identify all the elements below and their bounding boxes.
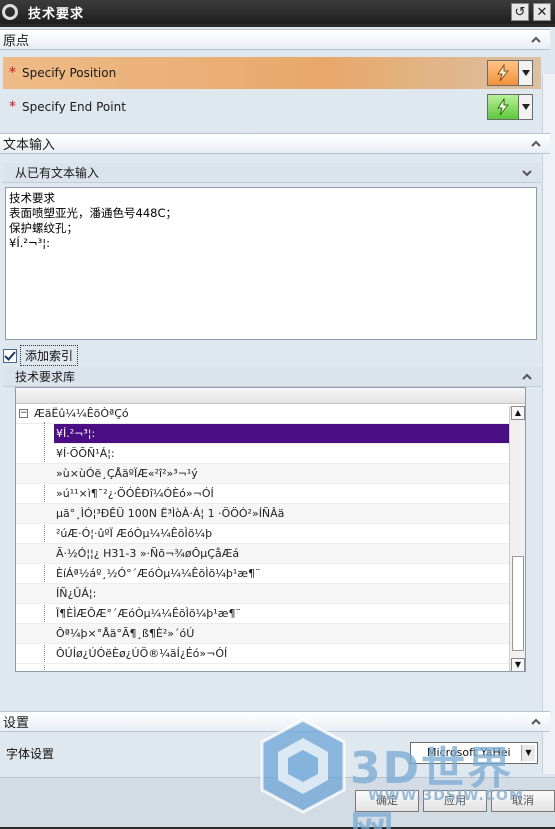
tree-item-label: ÈíÁª½áº¸½Ó°´ÆóÒµ¼¼ÊõÌõ¼þ¹æ¶¨ (56, 567, 261, 580)
font-setting-label: 字体设置 (6, 746, 55, 761)
section-text-input-header[interactable]: 文本输入 (0, 133, 550, 154)
tree-item-label: ÔÚÍø¿ÚÓëÈø¿ÚÖ®¼äÍ¿Éó»¬ÓÍ (56, 647, 228, 660)
chevron-down-icon[interactable] (521, 167, 533, 179)
specify-position-label: Specify Position (22, 66, 117, 80)
tree-item-label: ¥Í·ÖÕÑ¹Á¦: (56, 447, 115, 460)
checkmark-icon (4, 350, 16, 361)
tree-header (16, 388, 525, 404)
tree-item[interactable]: ¥Í.²¬³¦: (54, 424, 509, 444)
add-index-checkbox-row[interactable]: 添加索引 (3, 345, 79, 366)
library-subsection[interactable]: 技术要求库 (3, 367, 541, 387)
title-bar: 技术要求 ↺ ✕ (0, 0, 555, 24)
apply-button[interactable]: 应用 (423, 790, 487, 812)
chevron-up-icon[interactable] (530, 138, 542, 150)
font-select[interactable]: Microsoft YaHei ▼ (410, 742, 538, 764)
chevron-up-icon[interactable] (530, 716, 542, 728)
tree-item[interactable]: ²úÆ·Ó¦·ûºÏ ÆóÒµ¼¼ÊõÌõ¼þ (16, 524, 525, 544)
lightning-icon[interactable] (487, 94, 519, 120)
ok-button[interactable]: 确定 (355, 790, 419, 812)
tree-item-label: »ú¹¹×ì¶¯²¿·ÖÓÊÐî¼ÓÈó»¬ÓÍ (56, 487, 214, 500)
section-settings-header[interactable]: 设置 (0, 711, 550, 732)
required-star-icon: * (9, 99, 16, 115)
scroll-down-icon[interactable]: ▼ (511, 658, 525, 671)
chevron-down-icon[interactable] (519, 94, 533, 120)
section-settings-label: 设置 (3, 716, 30, 731)
tree-item-label: Ï¶ÈÌÆÔÆ°´ÆóÒµ¼¼ÊõÌõ¼þ¹æ¶¨ (56, 607, 241, 620)
tree-item[interactable]: Ã·½Ó¦¦¿ H31-3 »·Ñõ¬¾øÔµÇåÆá (16, 544, 525, 564)
dialog-body: 原点 * Specify Position * Specify End Poin… (0, 27, 555, 827)
cancel-button[interactable]: 取消 (491, 790, 555, 812)
library-label: 技术要求库 (15, 370, 76, 384)
tree-item-label: ÍÑ¿ÛÁ¦: (56, 587, 97, 600)
font-setting-row: 字体设置 Microsoft YaHei ▼ (3, 738, 541, 768)
gear-icon[interactable] (2, 4, 18, 20)
tree-item-label: Ã·½Ó¦¦¿ H31-3 »·Ñõ¬¾øÔµÇåÆá (56, 547, 240, 560)
specify-end-point-label: Specify End Point (22, 100, 126, 114)
close-button[interactable]: ✕ (533, 3, 551, 21)
chevron-up-icon[interactable] (521, 371, 533, 383)
collapse-icon[interactable]: − (19, 409, 28, 418)
lightning-icon[interactable] (487, 60, 519, 86)
specify-end-point-row[interactable]: * Specify End Point (3, 91, 541, 123)
end-point-picker[interactable] (487, 94, 533, 120)
tree-item[interactable]: ÈíÁª½áº¸½Ó°´ÆóÒµ¼¼ÊõÌõ¼þ¹æ¶¨ (16, 564, 525, 584)
scroll-thumb[interactable] (512, 556, 524, 651)
text-input-area[interactable]: 技术要求 表面喷塑亚光，潘通色号448C； 保护螺纹孔； ¥Í.²¬³¦: (5, 187, 537, 340)
position-picker[interactable] (487, 60, 533, 86)
tree-item-label: »ù×ùÓë¸ÇÅäºÏÆ«²î²»³¬¹ý (56, 467, 198, 480)
tree-root[interactable]: − ÆäËû¼¼ÊõÒªÇó (16, 404, 525, 424)
tree-item-label: µã°¸ÌÓ¦³ÐÊÜ 100N Ë³ÌòÀ·Á¦ 1 ·ÖÖÓ²»ÍÑÂä (56, 507, 285, 520)
chevron-down-icon[interactable] (519, 60, 533, 86)
tree-item[interactable]: Ôª¼þ×°Åä°Ã¶¸ß¶È²»´óÚ (16, 624, 525, 644)
font-select-value: Microsoft YaHei (427, 746, 511, 759)
dialog-footer: 确定 应用 取消 (0, 777, 555, 827)
dialog-title: 技术要求 (28, 6, 85, 22)
scroll-up-icon[interactable]: ▲ (511, 406, 525, 420)
tree-item[interactable]: ÔÚÍø¿ÚÓëÈø¿ÚÖ®¼äÍ¿Éó»¬ÓÍ (16, 644, 525, 664)
required-star-icon: * (9, 65, 16, 81)
tree-item[interactable]: »ù×ùÓë¸ÇÅäºÏÆ«²î²»³¬¹ý (16, 464, 525, 484)
section-origin-label: 原点 (3, 34, 30, 49)
existing-text-label: 从已有文本输入 (15, 166, 100, 180)
tree-scrollbar[interactable]: ▲ ▼ (509, 406, 525, 671)
dialog-window: 技术要求 ↺ ✕ 原点 * Specify Position * Specify… (0, 0, 555, 829)
tree-item-label: ¥Í.²¬³¦: (56, 427, 96, 440)
tree-item[interactable]: µã°¸ÌÓ¦³ÐÊÜ 100N Ë³ÌòÀ·Á¦ 1 ·ÖÖÓ²»ÍÑÂä (16, 504, 525, 524)
section-text-input-label: 文本输入 (3, 138, 56, 153)
chevron-up-icon[interactable] (530, 34, 542, 46)
specify-position-row[interactable]: * Specify Position (3, 57, 541, 89)
tree-item-label: Ôª¼þ×°Åä°Ã¶¸ß¶È²»´óÚ (56, 627, 195, 640)
chevron-down-icon[interactable]: ▼ (521, 745, 535, 761)
reset-button[interactable]: ↺ (511, 3, 529, 21)
section-origin-header[interactable]: 原点 (0, 29, 550, 50)
tree-item[interactable]: ÍÑ¿ÛÁ¦: (16, 584, 525, 604)
tree-item[interactable]: »ú¹¹×ì¶¯²¿·ÖÓÊÐî¼ÓÈó»¬ÓÍ (16, 484, 525, 504)
tree-item-label: ²úÆ·Ó¦·ûºÏ ÆóÒµ¼¼ÊõÌõ¼þ (56, 527, 213, 540)
add-index-label: 添加索引 (20, 345, 79, 366)
tree-item[interactable]: ¥Í·ÖÕÑ¹Á¦: (16, 444, 525, 464)
add-index-checkbox[interactable] (3, 348, 17, 363)
tree-item[interactable]: Ï¶ÈÌÆÔÆ°´ÆóÒµ¼¼ÊõÌõ¼þ¹æ¶¨ (16, 604, 525, 624)
tree-root-label: ÆäËû¼¼ÊõÒªÇó (34, 407, 129, 420)
existing-text-subsection[interactable]: 从已有文本输入 (3, 163, 541, 183)
library-tree[interactable]: − ÆäËû¼¼ÊõÒªÇó ¥Í.²¬³¦: ¥Í·ÖÕÑ¹Á¦: »ù×ùÓ… (15, 387, 526, 672)
side-rail (542, 74, 555, 774)
